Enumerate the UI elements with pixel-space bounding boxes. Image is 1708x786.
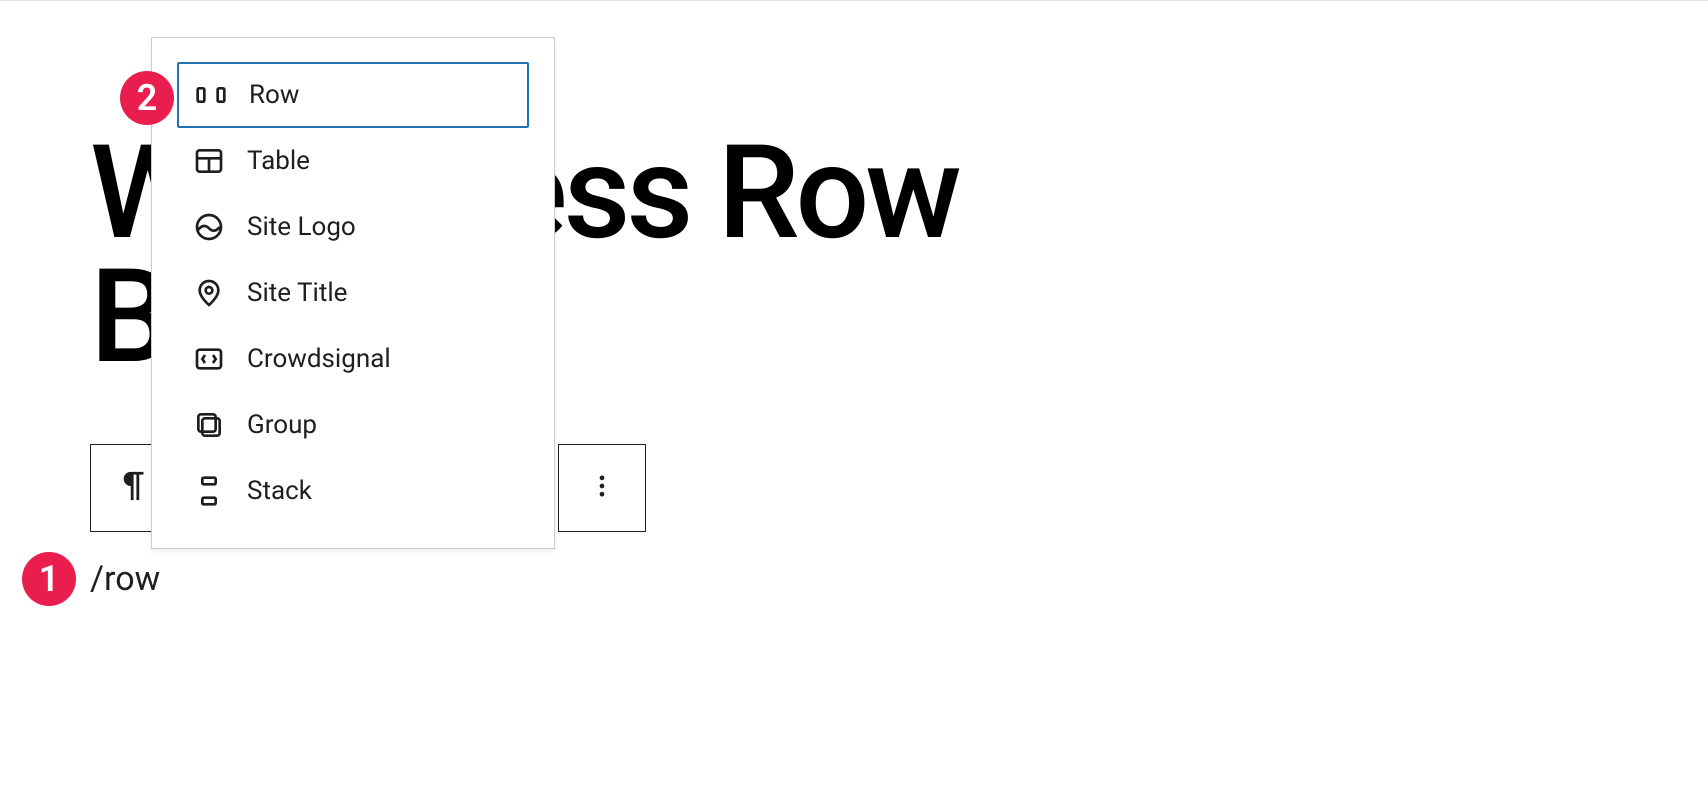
crowdsignal-icon [193, 343, 225, 375]
suggestion-table[interactable]: Table [177, 128, 529, 194]
stack-icon [193, 475, 225, 507]
suggestion-label: Group [247, 410, 317, 440]
suggestion-label: Crowdsignal [247, 344, 391, 374]
more-vertical-icon [588, 472, 616, 504]
table-icon [193, 145, 225, 177]
annotation-badge-2: 2 [120, 71, 174, 125]
slash-command-input[interactable]: /row [90, 559, 160, 599]
suggestion-crowdsignal[interactable]: Crowdsignal [177, 326, 529, 392]
suggestion-label: Stack [247, 476, 312, 506]
row-icon [195, 79, 227, 111]
annotation-badge-1: 1 [22, 552, 76, 606]
block-suggestions-popup: Row Table Site Logo Site Title [151, 37, 555, 549]
suggestion-group[interactable]: Group [177, 392, 529, 458]
suggestion-label: Site Logo [247, 212, 356, 242]
paragraph-icon [118, 469, 152, 507]
suggestion-site-title[interactable]: Site Title [177, 260, 529, 326]
more-options-button[interactable] [558, 444, 646, 532]
group-icon [193, 409, 225, 441]
suggestion-label: Row [249, 80, 299, 110]
suggestion-label: Table [247, 146, 310, 176]
suggestion-stack[interactable]: Stack [177, 458, 529, 524]
site-logo-icon [193, 211, 225, 243]
suggestion-label: Site Title [247, 278, 347, 308]
site-title-icon [193, 277, 225, 309]
suggestion-row[interactable]: Row [177, 62, 529, 128]
suggestion-site-logo[interactable]: Site Logo [177, 194, 529, 260]
